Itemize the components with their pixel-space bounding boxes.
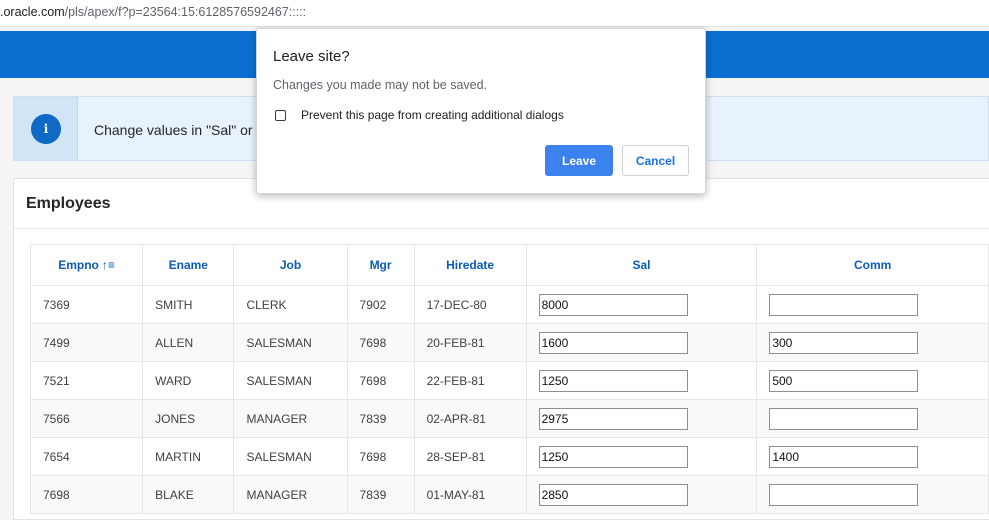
cell-job: SALESMAN	[233, 361, 348, 400]
cell-empno: 7698	[29, 475, 144, 514]
address-bar[interactable]: .oracle.com/pls/apex/f?p=23564:15:612857…	[0, 0, 989, 27]
leave-site-dialog: Leave site? Changes you made may not be …	[256, 28, 706, 194]
cell-empno: 7566	[29, 399, 144, 438]
url-host: .oracle.com	[0, 5, 65, 19]
comm-input[interactable]	[769, 445, 919, 468]
cell-job: SALESMAN	[233, 323, 348, 362]
table-header-row: Empno ↑≡ Ename Job Mgr Hiredate Sal Comm	[29, 244, 989, 286]
cell-mgr: 7902	[346, 285, 415, 324]
table-row: 7499 ALLEN SALESMAN 7698 20-FEB-81	[29, 323, 989, 362]
prevent-dialogs-label[interactable]: Prevent this page from creating addition…	[301, 108, 564, 122]
cell-mgr: 7698	[346, 323, 415, 362]
sal-input[interactable]	[538, 293, 688, 316]
leave-button[interactable]: Leave	[545, 145, 613, 176]
alert-message: Change values in "Sal" or "	[94, 122, 262, 138]
cell-sal	[525, 475, 758, 514]
cell-empno: 7499	[29, 323, 144, 362]
comm-input[interactable]	[769, 293, 919, 316]
table-row: 7566 JONES MANAGER 7839 02-APR-81	[29, 399, 989, 438]
cell-job: MANAGER	[233, 399, 348, 438]
cell-comm	[756, 285, 989, 324]
cell-sal	[525, 437, 758, 476]
alert-icon-box: i	[14, 97, 78, 160]
cell-empno: 7369	[29, 285, 144, 324]
cell-mgr: 7839	[346, 475, 415, 514]
cell-comm	[756, 437, 989, 476]
sal-input[interactable]	[538, 445, 688, 468]
cell-job: MANAGER	[233, 475, 348, 514]
sal-input[interactable]	[538, 483, 688, 506]
column-header-empno[interactable]: Empno ↑≡	[29, 244, 144, 286]
cell-job: CLERK	[233, 285, 348, 324]
cell-comm	[756, 399, 989, 438]
sal-input[interactable]	[538, 369, 688, 392]
cell-comm	[756, 323, 989, 362]
cell-ename: JONES	[142, 399, 235, 438]
region-title: Employees	[26, 195, 111, 212]
dialog-title: Leave site?	[273, 48, 350, 65]
cell-comm	[756, 361, 989, 400]
employees-table: Empno ↑≡ Ename Job Mgr Hiredate Sal Comm …	[29, 244, 989, 514]
cell-sal	[525, 399, 758, 438]
cell-ename: ALLEN	[142, 323, 235, 362]
cell-hiredate: 01-MAY-81	[413, 475, 527, 514]
table-row: 7521 WARD SALESMAN 7698 22-FEB-81	[29, 361, 989, 400]
sal-input[interactable]	[538, 331, 688, 354]
cell-ename: SMITH	[142, 285, 235, 324]
cell-empno: 7521	[29, 361, 144, 400]
comm-input[interactable]	[769, 407, 919, 430]
cell-job: SALESMAN	[233, 437, 348, 476]
column-header-ename[interactable]: Ename	[142, 244, 235, 286]
comm-input[interactable]	[769, 483, 919, 506]
column-header-job[interactable]: Job	[233, 244, 348, 286]
cell-hiredate: 20-FEB-81	[413, 323, 527, 362]
column-header-hiredate[interactable]: Hiredate	[413, 244, 527, 286]
cell-mgr: 7839	[346, 399, 415, 438]
table-row: 7698 BLAKE MANAGER 7839 01-MAY-81	[29, 475, 989, 514]
cell-ename: MARTIN	[142, 437, 235, 476]
cell-ename: WARD	[142, 361, 235, 400]
cell-empno: 7654	[29, 437, 144, 476]
table-row: 7654 MARTIN SALESMAN 7698 28-SEP-81	[29, 437, 989, 476]
cell-hiredate: 02-APR-81	[413, 399, 527, 438]
cell-comm	[756, 475, 989, 514]
cell-mgr: 7698	[346, 437, 415, 476]
column-header-sal[interactable]: Sal	[525, 244, 758, 286]
cell-hiredate: 22-FEB-81	[413, 361, 527, 400]
cell-ename: BLAKE	[142, 475, 235, 514]
info-icon: i	[31, 114, 61, 144]
sort-ascending-icon: ↑≡	[101, 258, 115, 272]
table-row: 7369 SMITH CLERK 7902 17-DEC-80	[29, 285, 989, 324]
url-path: /pls/apex/f?p=23564:15:6128576592467::::…	[64, 5, 307, 19]
sal-input[interactable]	[538, 407, 688, 430]
region-divider	[14, 228, 989, 229]
cell-mgr: 7698	[346, 361, 415, 400]
prevent-dialogs-checkbox[interactable]	[275, 110, 286, 121]
cancel-button[interactable]: Cancel	[622, 145, 689, 176]
cell-hiredate: 28-SEP-81	[413, 437, 527, 476]
cell-hiredate: 17-DEC-80	[413, 285, 527, 324]
column-header-comm[interactable]: Comm	[756, 244, 989, 286]
comm-input[interactable]	[769, 369, 919, 392]
column-header-mgr[interactable]: Mgr	[346, 244, 415, 286]
cell-sal	[525, 285, 758, 324]
dialog-message: Changes you made may not be saved.	[273, 78, 488, 92]
comm-input[interactable]	[769, 331, 919, 354]
cell-sal	[525, 323, 758, 362]
cell-sal	[525, 361, 758, 400]
